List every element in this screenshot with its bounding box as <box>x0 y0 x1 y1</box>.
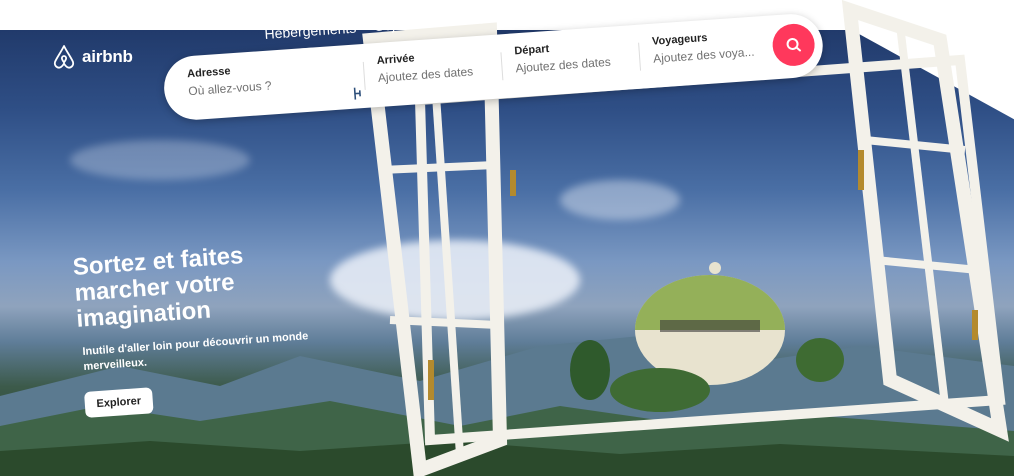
airbnb-logo-icon <box>53 45 75 69</box>
arrival-field[interactable]: Arrivée Ajoutez des dates <box>376 47 498 85</box>
travelers-field[interactable]: Voyageurs Ajoutez des voya... <box>652 28 764 66</box>
cloud <box>70 140 250 180</box>
departure-input[interactable]: Ajoutez des dates <box>515 53 636 76</box>
divider <box>362 61 366 90</box>
search-button[interactable] <box>771 22 817 68</box>
search-icon <box>786 37 802 52</box>
text-cursor-icon <box>353 87 361 100</box>
explore-button[interactable]: Explorer <box>84 387 154 418</box>
departure-field[interactable]: Départ Ajoutez des dates <box>514 37 636 75</box>
divider <box>500 52 504 81</box>
divider <box>638 42 642 71</box>
travelers-input[interactable]: Ajoutez des voya... <box>653 44 764 66</box>
brand-name: airbnb <box>82 47 133 66</box>
airbnb-logo[interactable]: airbnb <box>52 44 133 70</box>
arrival-input[interactable]: Ajoutez des dates <box>377 63 498 85</box>
hero-title: Sortez et faites marcher votre imaginati… <box>71 242 245 333</box>
address-field[interactable]: Adresse Où allez-vous ? <box>187 56 361 100</box>
